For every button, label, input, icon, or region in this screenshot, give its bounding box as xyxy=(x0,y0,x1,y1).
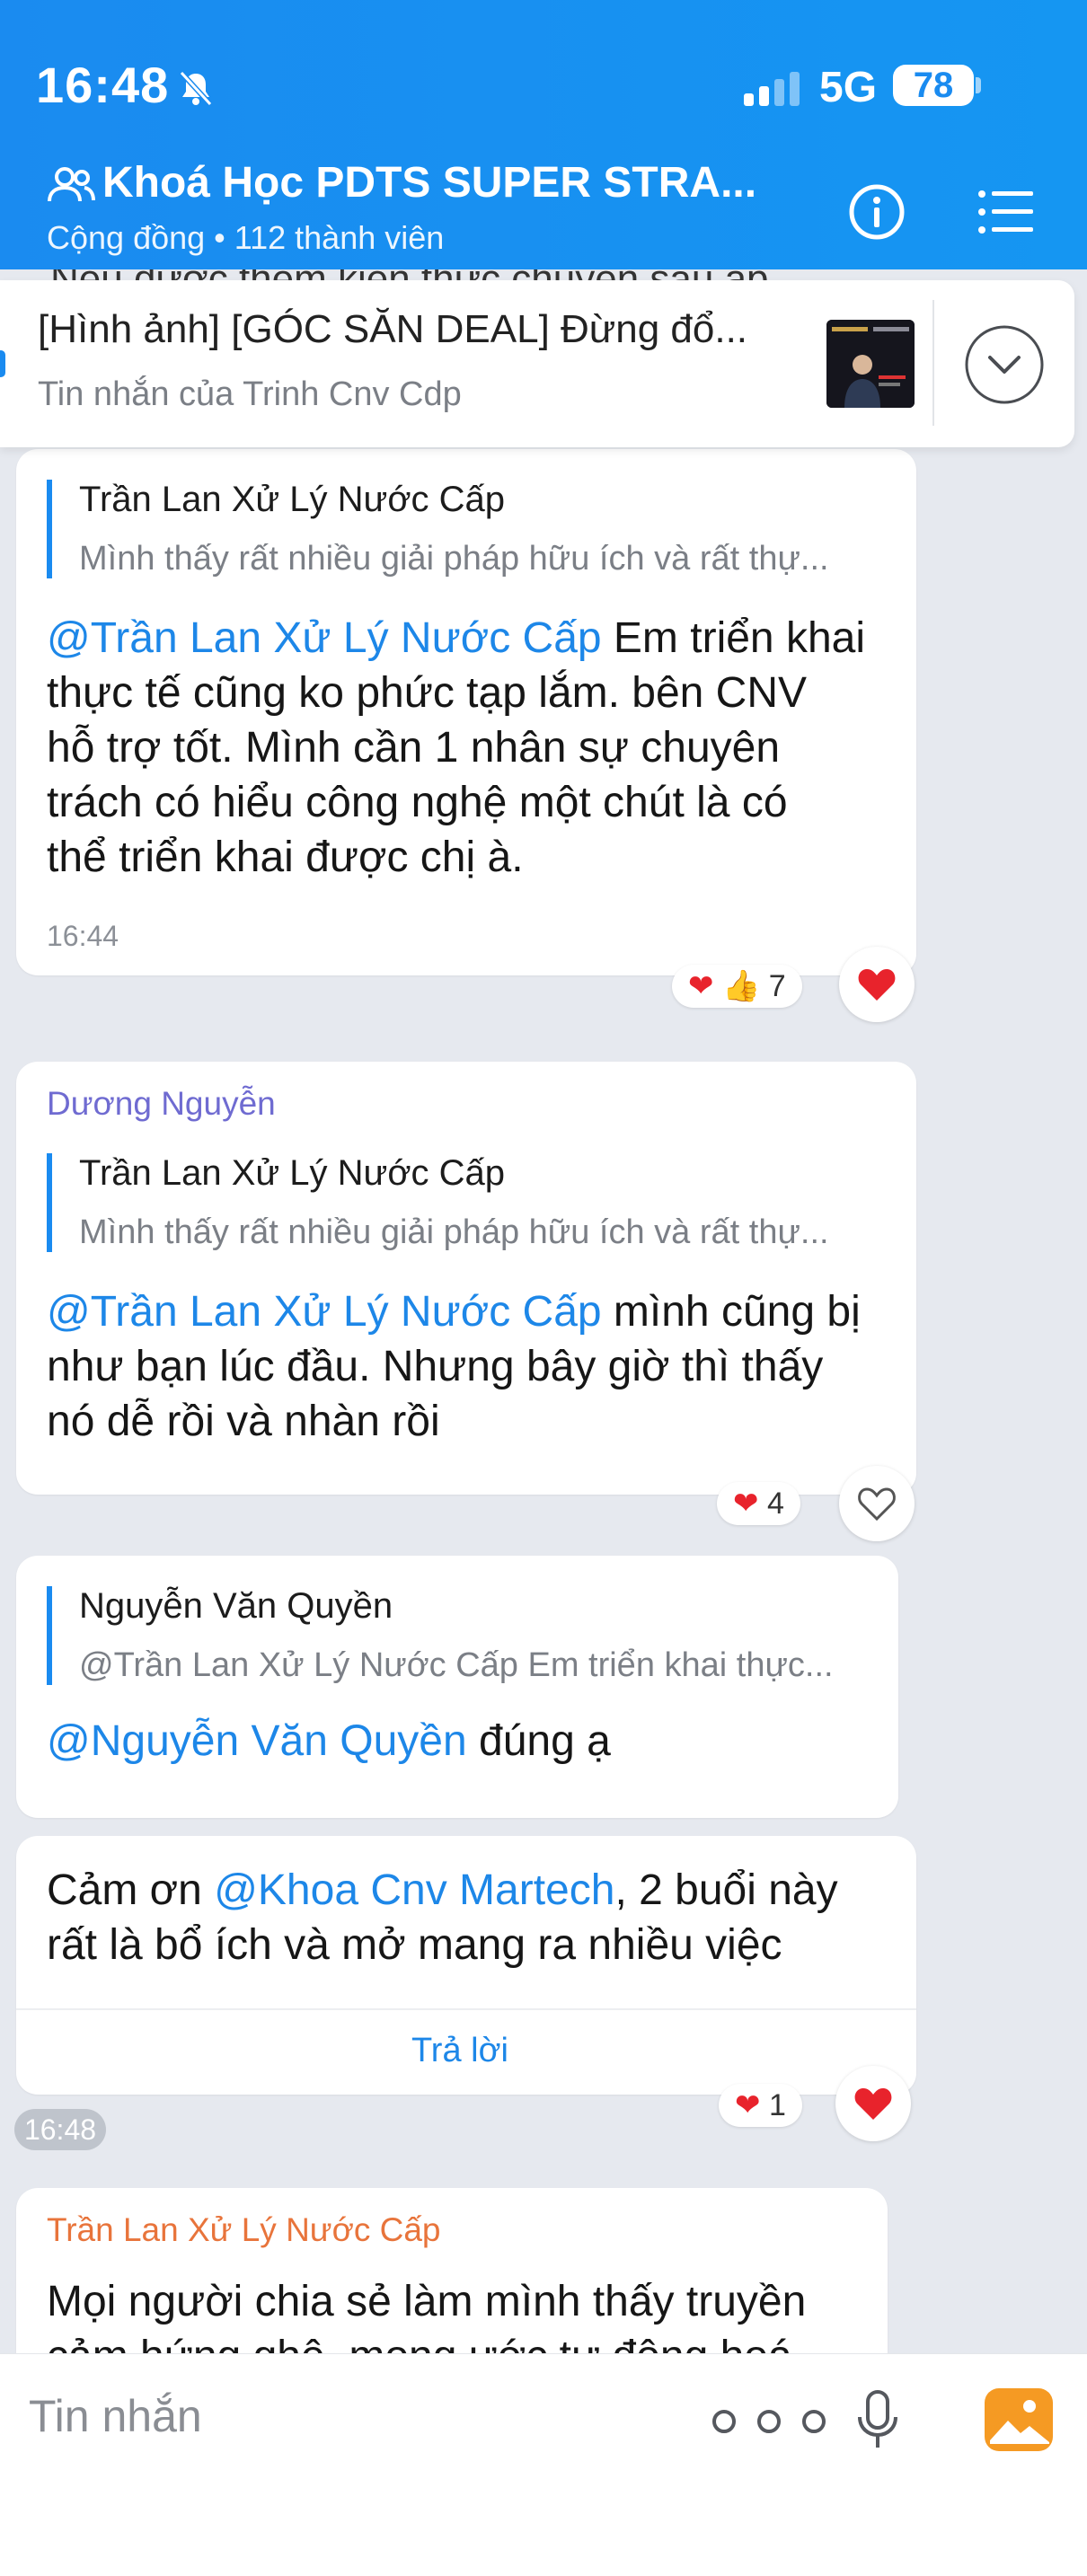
message-text: @Nguyễn Văn Quyền đúng ạ xyxy=(47,1717,611,1765)
bell-off-icon xyxy=(179,70,213,107)
react-button[interactable] xyxy=(839,947,915,1022)
message-input[interactable]: Tin nhắn xyxy=(29,2390,202,2442)
group-title[interactable]: Khoá Học PDTS SUPER STRA... xyxy=(102,158,756,207)
reply-button[interactable]: Trả lời xyxy=(411,2032,508,2070)
message-bubble[interactable]: Cảm ơn @Khoa Cnv Martech, 2 buổi này rất… xyxy=(16,1836,916,2095)
heart-icon: ❤ xyxy=(688,969,714,1003)
message-text: @Trần Lan Xử Lý Nước Cấp Em triển khai t… xyxy=(47,614,866,881)
quote-sender: Nguyễn Văn Quyền xyxy=(79,1586,393,1626)
mention-link[interactable]: @Khoa Cnv Martech xyxy=(214,1866,614,1914)
reaction-summary[interactable]: ❤ 1 xyxy=(719,2084,802,2127)
group-subtitle: Cộng đồng • 112 thành viên xyxy=(47,219,445,256)
battery-indicator: 78 xyxy=(893,65,974,106)
message-time-chip: 16:48 xyxy=(14,2109,106,2150)
message-bubble[interactable]: Dương Nguyễn Trần Lan Xử Lý Nước Cấp Mìn… xyxy=(16,1062,916,1495)
quote-text: @Trần Lan Xử Lý Nước Cấp Em triển khai t… xyxy=(79,1646,834,1684)
mention-link[interactable]: @Nguyễn Văn Quyền xyxy=(47,1717,467,1765)
image-icon[interactable] xyxy=(983,2386,1055,2453)
react-button[interactable] xyxy=(839,1466,915,1541)
thumbs-up-icon: 👍 xyxy=(721,969,761,1003)
quote-sender: Trần Lan Xử Lý Nước Cấp xyxy=(79,480,506,519)
pinned-thumbnail[interactable] xyxy=(826,320,915,408)
pinned-message-bar[interactable]: [Hình ảnh] [GÓC SĂN DEAL] Đừng đổ... Tin… xyxy=(0,280,1074,447)
quote-sender: Trần Lan Xử Lý Nước Cấp xyxy=(79,1153,506,1193)
status-time: 16:48 xyxy=(36,57,170,113)
sender-name[interactable]: Trần Lan Xử Lý Nước Cấp xyxy=(47,2211,441,2249)
battery-tip xyxy=(976,77,981,93)
group-icon xyxy=(48,167,95,202)
reply-quote[interactable]: Trần Lan Xử Lý Nước Cấp Mình thấy rất nh… xyxy=(47,1153,829,1252)
pinned-indicator xyxy=(0,350,5,377)
chat-header: 16:48 5G 78 Khoá Học PDTS SUPER STRA... … xyxy=(0,0,1087,269)
heart-icon: ❤ xyxy=(735,2088,761,2122)
reaction-count: 4 xyxy=(766,1486,784,1521)
message-bubble[interactable]: Trần Lan Xử Lý Nước Cấp Mình thấy rất nh… xyxy=(16,449,916,975)
mention-link[interactable]: @Trần Lan Xử Lý Nước Cấp xyxy=(47,1288,602,1336)
heart-outline-icon xyxy=(858,1487,896,1522)
reaction-count: 1 xyxy=(768,2088,786,2122)
heart-icon xyxy=(854,2088,892,2120)
reaction-summary[interactable]: ❤ 👍 7 xyxy=(672,965,802,1008)
info-icon[interactable] xyxy=(848,183,906,241)
message-time: 16:44 xyxy=(47,920,119,952)
pinned-divider xyxy=(932,300,934,426)
reply-quote[interactable]: Nguyễn Văn Quyền @Trần Lan Xử Lý Nước Cấ… xyxy=(47,1586,834,1685)
react-button[interactable] xyxy=(835,2066,911,2141)
microphone-icon[interactable] xyxy=(855,2388,900,2453)
pinned-title: [Hình ảnh] [GÓC SĂN DEAL] Đừng đổ... xyxy=(38,307,748,351)
chevron-down-icon[interactable] xyxy=(963,323,1046,406)
network-type: 5G xyxy=(819,64,878,111)
message-bubble[interactable]: Nguyễn Văn Quyền @Trần Lan Xử Lý Nước Cấ… xyxy=(16,1556,898,1818)
quote-text: Mình thấy rất nhiều giải pháp hữu ích và… xyxy=(79,540,829,578)
mention-link[interactable]: @Trần Lan Xử Lý Nước Cấp xyxy=(47,614,602,662)
signal-icon xyxy=(744,72,800,106)
pinned-subtitle: Tin nhắn của Trinh Cnv Cdp xyxy=(38,375,462,413)
more-icon[interactable] xyxy=(710,2408,828,2435)
sender-name[interactable]: Dương Nguyễn xyxy=(47,1085,276,1123)
reaction-summary[interactable]: ❤ 4 xyxy=(717,1482,800,1525)
message-composer: Tin nhắn xyxy=(0,2353,1087,2576)
status-bar: 16:48 5G 78 xyxy=(0,0,1087,171)
heart-icon: ❤ xyxy=(733,1486,759,1521)
quote-text: Mình thấy rất nhiều giải pháp hữu ích và… xyxy=(79,1213,829,1251)
menu-icon[interactable] xyxy=(977,187,1035,237)
reply-divider xyxy=(16,2008,916,2010)
message-text: Cảm ơn @Khoa Cnv Martech, 2 buổi này rất… xyxy=(47,1866,838,1969)
message-text: @Trần Lan Xử Lý Nước Cấp mình cũng bị nh… xyxy=(47,1288,861,1445)
heart-icon xyxy=(858,969,896,1001)
reaction-count: 7 xyxy=(768,969,786,1003)
reply-quote[interactable]: Trần Lan Xử Lý Nước Cấp Mình thấy rất nh… xyxy=(47,480,829,578)
